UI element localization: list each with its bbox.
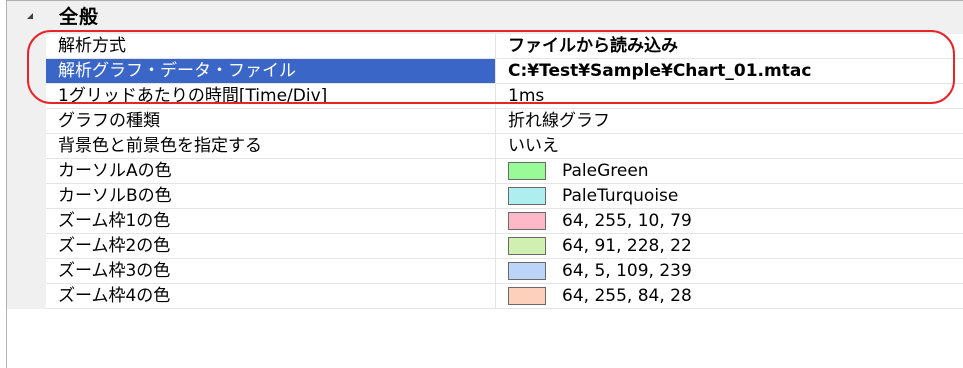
property-value-cell[interactable]: PaleGreen [496, 159, 963, 184]
property-value: いいえ [508, 136, 559, 156]
property-name-cell[interactable]: 解析方式 [46, 34, 496, 59]
property-name: カーソルBの色 [58, 186, 172, 206]
property-grid: 全般 解析方式 ファイルから読み込み 解析グラフ・データ・ファイル C:¥Tes… [6, 0, 963, 368]
property-value: 1ms [508, 86, 545, 106]
color-swatch [508, 162, 546, 180]
color-swatch [508, 262, 546, 280]
property-name: ズーム枠1の色 [58, 211, 171, 231]
row-gutter [7, 284, 46, 309]
row-gutter [7, 134, 46, 159]
collapse-triangle-icon[interactable] [27, 13, 33, 19]
property-row-analysis-graph-data-file[interactable]: 解析グラフ・データ・ファイル C:¥Test¥Sample¥Chart_01.m… [7, 59, 963, 84]
property-name-cell[interactable]: ズーム枠4の色 [46, 284, 496, 309]
row-gutter [7, 59, 46, 84]
property-value: 64, 255, 84, 28 [562, 286, 692, 306]
color-swatch [508, 212, 546, 230]
property-value-cell[interactable]: 折れ線グラフ [496, 109, 963, 134]
property-name-cell[interactable]: 1グリッドあたりの時間[Time/Div] [46, 84, 496, 109]
property-row-specify-colors[interactable]: 背景色と前景色を指定する いいえ [7, 134, 963, 159]
color-swatch [508, 187, 546, 205]
property-value-cell[interactable]: いいえ [496, 134, 963, 159]
row-gutter [7, 84, 46, 109]
property-row-zoom-frame-4-color[interactable]: ズーム枠4の色 64, 255, 84, 28 [7, 284, 963, 309]
property-name-cell[interactable]: 背景色と前景色を指定する [46, 134, 496, 159]
property-name: ズーム枠4の色 [58, 286, 171, 306]
property-value-cell[interactable]: 1ms [496, 84, 963, 109]
color-swatch [508, 237, 546, 255]
property-name: 解析方式 [58, 36, 126, 56]
property-row-cursor-b-color[interactable]: カーソルBの色 PaleTurquoise [7, 184, 963, 209]
property-value: 64, 91, 228, 22 [562, 236, 692, 256]
row-gutter [7, 259, 46, 284]
property-row-analysis-method[interactable]: 解析方式 ファイルから読み込み [7, 34, 963, 59]
property-name-cell[interactable]: ズーム枠1の色 [46, 209, 496, 234]
property-row-zoom-frame-2-color[interactable]: ズーム枠2の色 64, 91, 228, 22 [7, 234, 963, 259]
category-header-general[interactable]: 全般 [7, 1, 963, 35]
property-name-cell-selected[interactable]: 解析グラフ・データ・ファイル [46, 59, 496, 84]
category-title: 全般 [59, 6, 100, 28]
property-value-cell[interactable]: ファイルから読み込み [496, 34, 963, 59]
property-name: ズーム枠2の色 [58, 236, 171, 256]
property-name: 1グリッドあたりの時間[Time/Div] [58, 86, 328, 106]
property-row-time-per-div[interactable]: 1グリッドあたりの時間[Time/Div] 1ms [7, 84, 963, 109]
property-value-cell[interactable]: 64, 255, 10, 79 [496, 209, 963, 234]
row-gutter [7, 234, 46, 259]
property-name-cell[interactable]: カーソルAの色 [46, 159, 496, 184]
property-value: C:¥Test¥Sample¥Chart_01.mtac [508, 61, 812, 81]
row-gutter [7, 184, 46, 209]
property-name: 背景色と前景色を指定する [58, 136, 262, 156]
property-name-cell[interactable]: カーソルBの色 [46, 184, 496, 209]
property-value: 折れ線グラフ [508, 111, 610, 131]
property-row-zoom-frame-1-color[interactable]: ズーム枠1の色 64, 255, 10, 79 [7, 209, 963, 234]
property-value-cell[interactable]: 64, 255, 84, 28 [496, 284, 963, 309]
property-name-cell[interactable]: グラフの種類 [46, 109, 496, 134]
property-name: ズーム枠3の色 [58, 261, 171, 281]
property-name: 解析グラフ・データ・ファイル [58, 61, 296, 81]
property-name-cell[interactable]: ズーム枠2の色 [46, 234, 496, 259]
property-value: PaleTurquoise [562, 186, 679, 206]
row-gutter [7, 109, 46, 134]
property-row-cursor-a-color[interactable]: カーソルAの色 PaleGreen [7, 159, 963, 184]
property-value: 64, 5, 109, 239 [562, 261, 692, 281]
row-gutter [7, 209, 46, 234]
property-row-graph-type[interactable]: グラフの種類 折れ線グラフ [7, 109, 963, 134]
property-row-zoom-frame-3-color[interactable]: ズーム枠3の色 64, 5, 109, 239 [7, 259, 963, 284]
property-name: カーソルAの色 [58, 161, 172, 181]
color-swatch [508, 287, 546, 305]
property-value: 64, 255, 10, 79 [562, 211, 692, 231]
property-name: グラフの種類 [58, 111, 160, 131]
property-value-cell[interactable]: PaleTurquoise [496, 184, 963, 209]
row-gutter [7, 34, 46, 59]
property-value-cell[interactable]: 64, 5, 109, 239 [496, 259, 963, 284]
property-value-cell[interactable]: C:¥Test¥Sample¥Chart_01.mtac [496, 59, 963, 84]
property-name-cell[interactable]: ズーム枠3の色 [46, 259, 496, 284]
row-gutter [7, 159, 46, 184]
property-value: ファイルから読み込み [508, 36, 678, 56]
property-value-cell[interactable]: 64, 91, 228, 22 [496, 234, 963, 259]
property-value: PaleGreen [562, 161, 649, 181]
